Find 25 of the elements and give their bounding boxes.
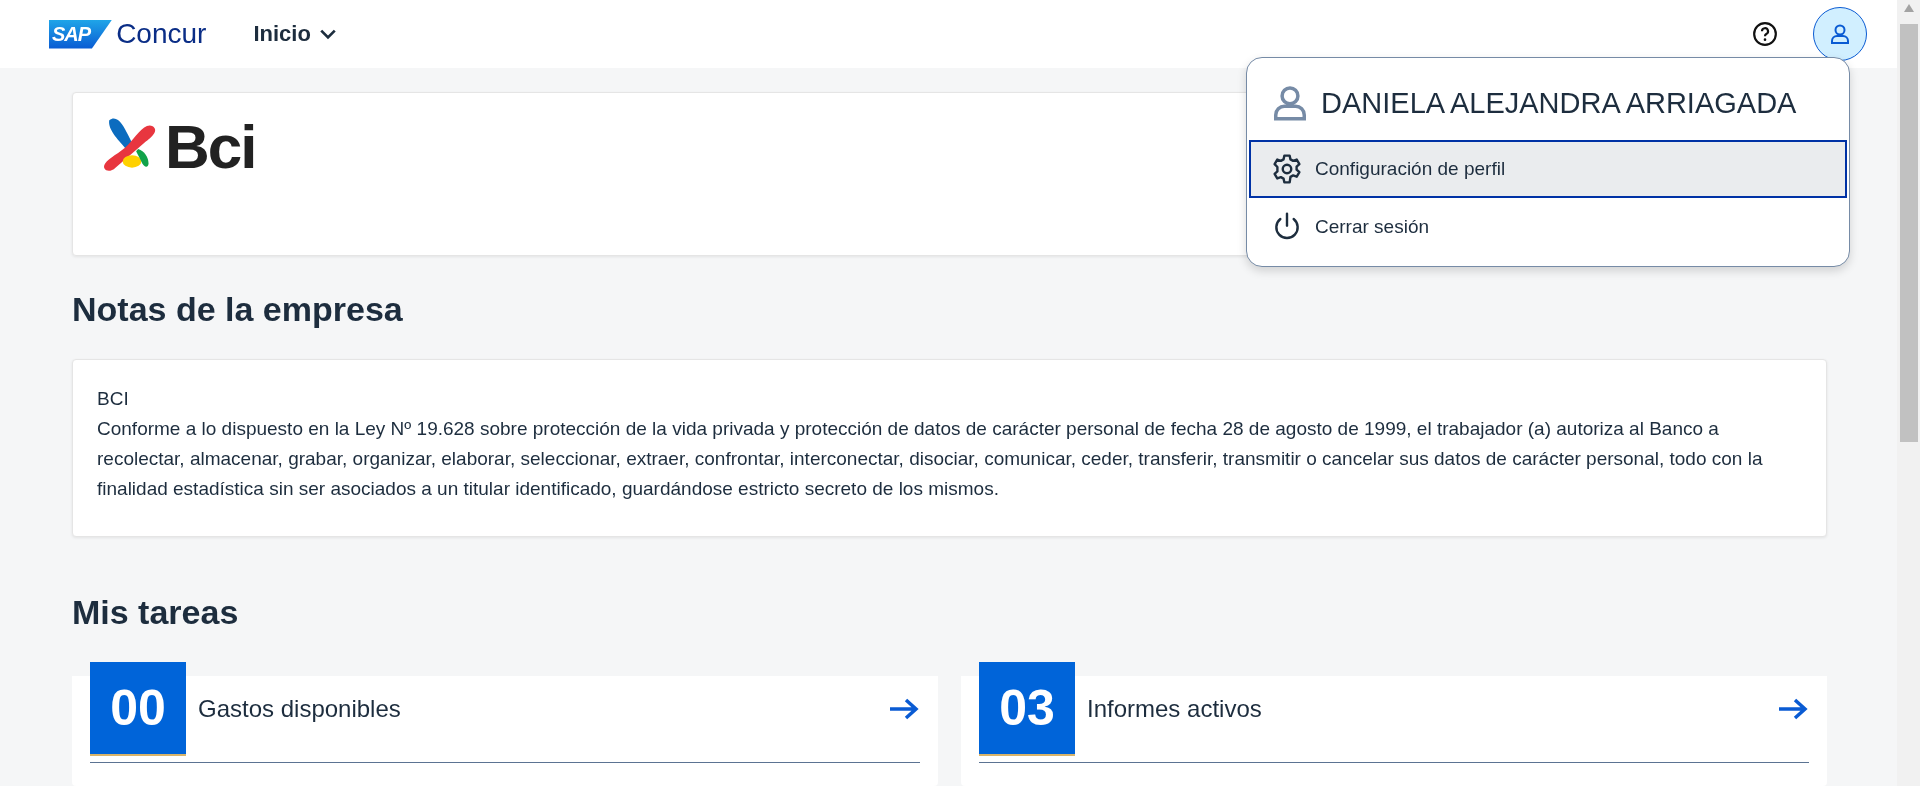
menu-item[interactable]: Configuración de perfil — [1249, 140, 1847, 198]
section-heading: Notas de la empresa — [72, 290, 404, 329]
task-card[interactable]: 00 Gastos disponibles — [72, 662, 938, 786]
task-label: Informes activos — [1087, 695, 1263, 723]
notes-title: BCI — [97, 387, 130, 411]
task-count: 00 — [90, 662, 186, 756]
notes-text: Conforme a lo dispuesto en la Ley Nº 19.628 sobre protección de la vida privada y protección de datos de carácter personal de fecha 28 de agosto de 1999, el trabajador (a) autoriza al Banco a recolectar, almacenar, grabar, organizar, elaborar, seleccionar, extraer, confrontar, interconectar, disociar, comunicar, ceder, transferir, transmitir o cancelar sus datos de carácter personal, todo con la finalidad estadística sin ser asociados a un titular identificado, guardándose estricto secreto de los mismos. — [97, 417, 1764, 501]
task-count: 03 — [979, 662, 1075, 756]
user-name: DANIELA ALEJANDRA ARRIAGADA — [1321, 86, 1797, 120]
task-card[interactable]: 03 Informes activos — [961, 662, 1827, 786]
brand-name: Concur — [116, 18, 207, 50]
settings-icon — [1271, 153, 1303, 185]
home-menu[interactable]: Inicio — [249, 17, 341, 51]
sap-badge: SAP — [49, 19, 113, 49]
arrow-right-icon[interactable] — [1777, 697, 1809, 721]
section-heading: Mis tareas — [72, 593, 240, 632]
scrollbar[interactable] — [1897, 0, 1920, 786]
arrow-right-icon[interactable] — [888, 697, 920, 721]
user-avatar-button[interactable] — [1813, 7, 1867, 61]
help-icon[interactable] — [1752, 21, 1778, 47]
user-icon — [1828, 22, 1852, 46]
task-label: Gastos disponibles — [198, 695, 402, 723]
company-logo-text: Bci — [165, 111, 256, 182]
user-icon — [1271, 84, 1309, 122]
scrollbar-thumb[interactable] — [1899, 24, 1918, 442]
